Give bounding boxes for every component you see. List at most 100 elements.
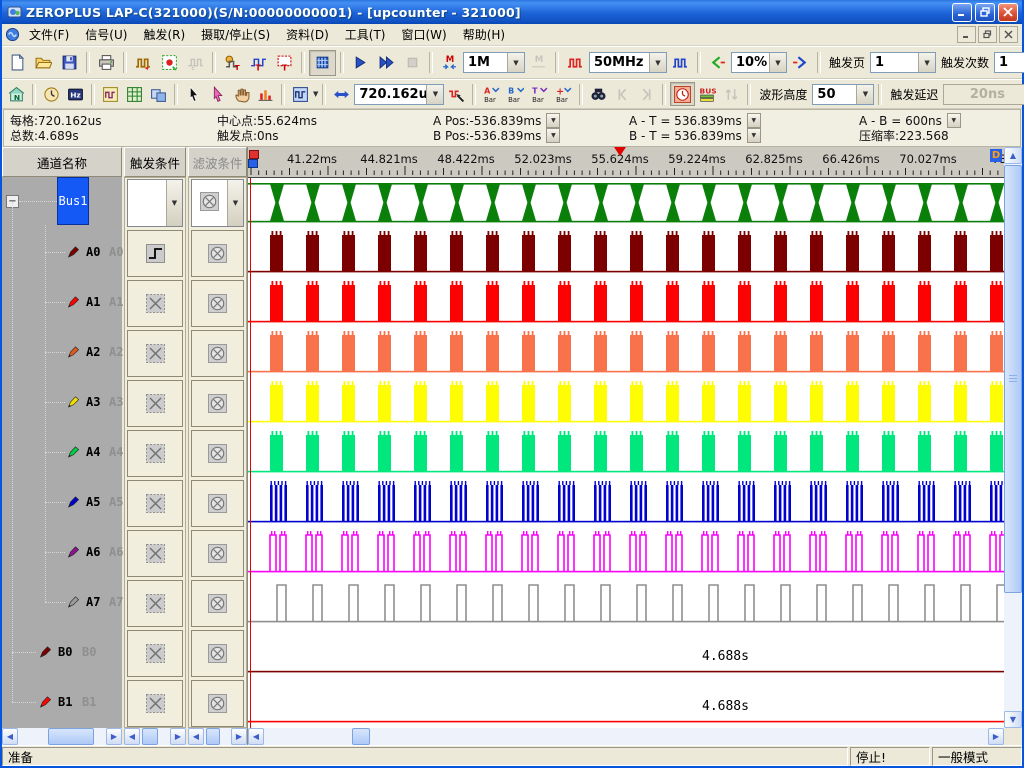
display-ratio-combo-arrow[interactable]: ▼: [769, 53, 786, 72]
win-state-button[interactable]: [123, 83, 146, 105]
mdi-close-button[interactable]: [999, 26, 1018, 43]
bar-a-button[interactable]: ABar: [480, 83, 503, 105]
display-ratio-combo[interactable]: 10%▼: [731, 52, 787, 73]
clock-button[interactable]: [40, 83, 63, 105]
zoom-trigger-red-button[interactable]: [445, 83, 468, 105]
menu-item-1[interactable]: 信号(U): [77, 24, 135, 45]
capture-signal-button[interactable]: [157, 51, 182, 75]
filter-cell-a2[interactable]: [191, 330, 244, 377]
bar-add-button[interactable]: +Bar: [552, 83, 575, 105]
home-button[interactable]: N: [5, 83, 28, 105]
waveform-row-a3[interactable]: [248, 378, 1004, 428]
trigger-cell-bus1[interactable]: ▼: [127, 179, 183, 227]
trigger-count-combo[interactable]: 1▼: [994, 52, 1024, 73]
close-button[interactable]: [998, 3, 1018, 22]
channel-row-a7[interactable]: A7A7: [2, 577, 122, 627]
run-single-button[interactable]: [348, 51, 373, 75]
memory-depth-button[interactable]: M: [437, 51, 462, 75]
trigger-cell-b1[interactable]: [127, 680, 183, 727]
clock-red-button[interactable]: [670, 82, 695, 106]
memory-depth-combo-arrow[interactable]: ▼: [507, 53, 524, 72]
trigger-cell-a2[interactable]: [127, 330, 183, 377]
win-wave-button[interactable]: [99, 83, 122, 105]
channel-name[interactable]: A0: [86, 245, 100, 259]
trigger-cell-a5[interactable]: [127, 480, 183, 527]
freq-meter-button[interactable]: Hz: [64, 83, 87, 105]
waveform-row-bus1[interactable]: [248, 178, 1004, 228]
waveform-display[interactable]: 4.688s4.688s: [248, 178, 1004, 728]
channel-name[interactable]: A6: [86, 545, 100, 559]
filter-cell-a6[interactable]: [191, 530, 244, 577]
cursor-select-button[interactable]: [206, 83, 229, 105]
filter-cell-bus1[interactable]: ▼: [191, 179, 244, 227]
win-nav-button[interactable]: [147, 83, 170, 105]
memory-depth-combo[interactable]: 1M▼: [463, 52, 525, 73]
channel-name[interactable]: B1: [58, 695, 72, 709]
channel-row-bus1[interactable]: −Bus1: [2, 177, 122, 227]
menu-item-2[interactable]: 触发(R): [135, 24, 193, 45]
wave-height-combo-arrow[interactable]: ▼: [856, 85, 873, 104]
hand-button[interactable]: [230, 83, 253, 105]
trigger-cell-a3[interactable]: [127, 380, 183, 427]
sample-rate-combo-arrow[interactable]: ▼: [649, 53, 666, 72]
waveform-row-a2[interactable]: [248, 328, 1004, 378]
filter-cell-b0[interactable]: [191, 630, 244, 677]
find-button[interactable]: [587, 83, 610, 105]
trigger-cell-b0[interactable]: [127, 630, 183, 677]
waveform-hscrollbar[interactable]: ◀ ▶: [248, 728, 1004, 745]
menu-item-7[interactable]: 帮助(H): [455, 24, 513, 45]
channel-row-a3[interactable]: A3A3: [2, 377, 122, 427]
channel-row-b1[interactable]: B1B1: [2, 677, 122, 727]
ratio-prev-button[interactable]: [705, 51, 730, 75]
hscroll-left-button[interactable]: ◀: [248, 728, 264, 745]
zoom-time-combo[interactable]: 720.162us▼: [354, 84, 444, 105]
channel-name[interactable]: A7: [86, 595, 100, 609]
channel-name-header[interactable]: 通道名称: [2, 147, 122, 177]
trigger-page-combo[interactable]: 1▼: [870, 52, 936, 73]
zoom-range-button[interactable]: [330, 83, 353, 105]
trigger-pattern-button[interactable]: T: [272, 51, 297, 75]
trigger-condition-header[interactable]: 触发条件: [124, 147, 186, 177]
bus-label[interactable]: Bus1: [57, 177, 89, 225]
waveform-row-b0[interactable]: 4.688s: [248, 628, 1004, 678]
ratio-next-button[interactable]: [788, 51, 813, 75]
time-ruler[interactable]: 41.22ms44.821ms48.422ms52.023ms55.624ms5…: [248, 147, 1004, 178]
trigger-cell-a1[interactable]: [127, 280, 183, 327]
restore-button[interactable]: [975, 3, 995, 22]
trigger-cell-a0[interactable]: [127, 230, 183, 277]
wave-height-combo[interactable]: 50▼: [812, 84, 874, 105]
a-pos-dropdown[interactable]: ▼: [546, 113, 560, 128]
waveform-row-b1[interactable]: 4.688s: [248, 678, 1004, 728]
filter-dropdown-arrow[interactable]: ▼: [227, 180, 243, 226]
channel-name[interactable]: A2: [86, 345, 100, 359]
mdi-minimize-button[interactable]: [957, 26, 976, 43]
filter-cell-a7[interactable]: [191, 580, 244, 627]
trigger-cell-a6[interactable]: [127, 530, 183, 577]
channel-name[interactable]: A4: [86, 445, 100, 459]
filter-cell-a5[interactable]: [191, 480, 244, 527]
trigger-dropdown-arrow[interactable]: ▼: [166, 180, 182, 226]
filter-cell-a0[interactable]: [191, 230, 244, 277]
waveform-row-a0[interactable]: [248, 228, 1004, 278]
menu-item-6[interactable]: 窗口(W): [393, 24, 454, 45]
trigger-width-button[interactable]: T: [220, 51, 245, 75]
new-file-button[interactable]: [5, 51, 30, 75]
hscroll-right-button[interactable]: ▶: [988, 728, 1004, 745]
channel-name[interactable]: A3: [86, 395, 100, 409]
capture-wave-button[interactable]: [131, 51, 156, 75]
channel-row-a6[interactable]: A6A6: [2, 527, 122, 577]
channel-row-a4[interactable]: A4A4: [2, 427, 122, 477]
sample-rate-combo[interactable]: 50MHz▼: [589, 52, 667, 73]
name-column-hscrollbar[interactable]: ◀▶: [2, 728, 122, 745]
wave-display-dropdown[interactable]: ▼: [313, 83, 318, 105]
mdi-restore-button[interactable]: [978, 26, 997, 43]
b-bar-marker[interactable]: [248, 159, 258, 168]
sample-wave-red-button[interactable]: [563, 51, 588, 75]
channel-row-a0[interactable]: A0A0: [2, 227, 122, 277]
zoom-time-combo-arrow[interactable]: ▼: [426, 85, 443, 104]
trigger-column-hscrollbar[interactable]: ◀▶: [124, 728, 186, 745]
save-file-button[interactable]: [57, 51, 82, 75]
b-pos-dropdown[interactable]: ▼: [546, 128, 560, 143]
trigger-level-button[interactable]: T: [246, 51, 271, 75]
channel-name[interactable]: A5: [86, 495, 100, 509]
